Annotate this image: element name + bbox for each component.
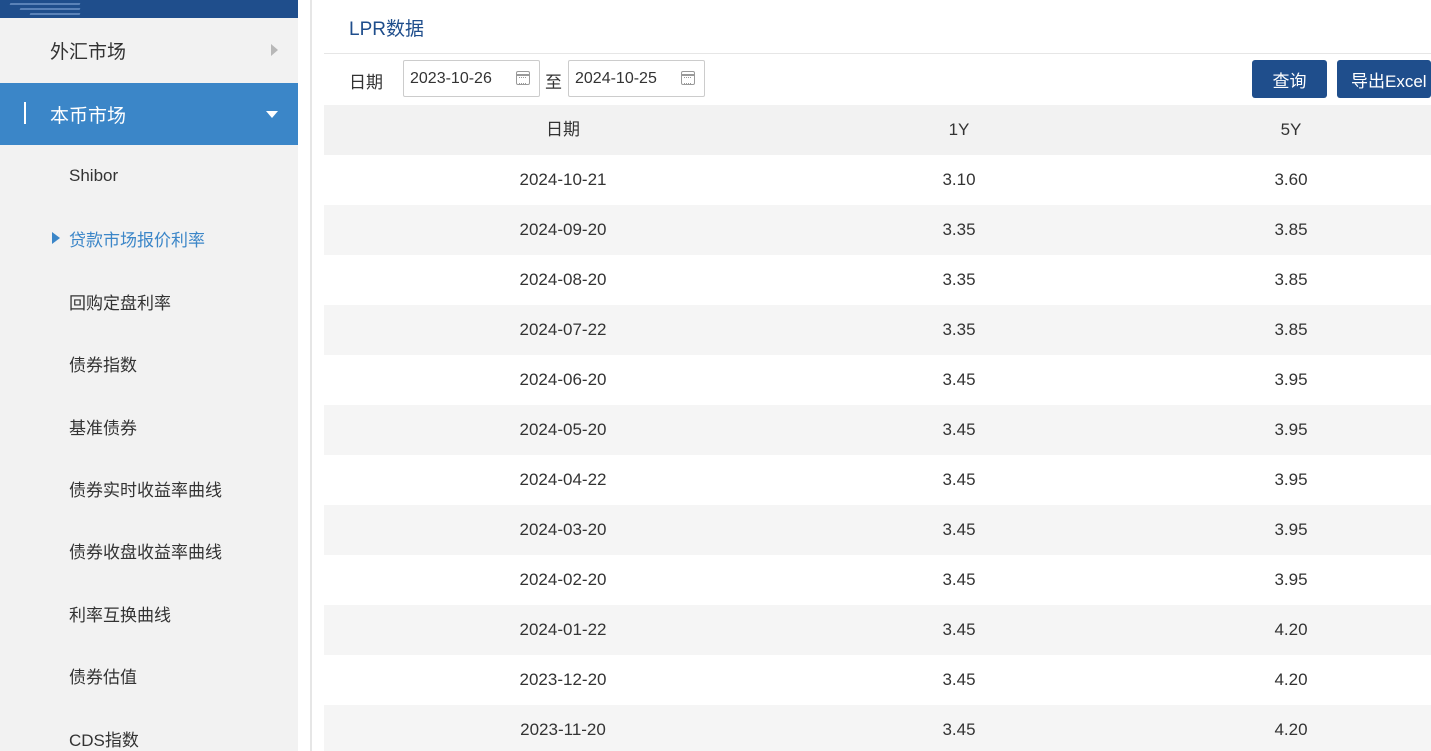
table-row: 2024-06-20 3.45 3.95 [324, 355, 1431, 405]
table-row: 2023-12-20 3.45 4.20 [324, 655, 1431, 705]
cell-5y: 3.60 [1274, 170, 1308, 189]
cell-1y: 3.35 [942, 220, 976, 239]
cell-1y: 3.35 [942, 270, 976, 289]
caret-right-icon [52, 232, 60, 244]
chevron-down-icon [266, 111, 278, 118]
end-date-input[interactable]: 2024-10-25 [568, 60, 705, 97]
calendar-icon[interactable] [516, 71, 530, 85]
calendar-icon[interactable] [681, 71, 695, 85]
nav-local-label: 本币市场 [50, 105, 127, 127]
sidebar-item-label: 债券估值 [69, 667, 137, 687]
cell-date: 2024-03-20 [519, 520, 607, 539]
cell-1y: 3.45 [942, 520, 976, 539]
cell-date: 2024-10-21 [519, 170, 607, 189]
sidebar-item-label: 回购定盘利率 [69, 293, 171, 313]
cell-date: 2024-08-20 [519, 270, 607, 289]
cell-date: 2024-05-20 [519, 420, 607, 439]
sidebar-item-label: 贷款市场报价利率 [69, 230, 205, 250]
table-row: 2023-11-20 3.45 4.20 [324, 705, 1431, 751]
cell-1y: 3.45 [942, 570, 976, 589]
cell-1y: 3.35 [942, 320, 976, 339]
title-divider [324, 53, 1431, 54]
date-label: 日期 [349, 73, 383, 92]
sidebar-item-bond-index[interactable]: 债券指数 [0, 343, 298, 383]
cell-5y: 3.95 [1274, 420, 1308, 439]
sidebar-item-bond-valuation[interactable]: 债券估值 [0, 655, 298, 695]
start-date-value: 2023-10-26 [410, 69, 492, 87]
table-row: 2024-02-20 3.45 3.95 [324, 555, 1431, 605]
cell-date: 2023-12-20 [519, 670, 607, 689]
cell-1y: 3.45 [942, 470, 976, 489]
nav-forex-label: 外汇市场 [50, 42, 127, 63]
table-row: 2024-04-22 3.45 3.95 [324, 455, 1431, 505]
lpr-table: 日期 1Y 5Y 2024-10-21 3.10 3.60 2024-09-20… [324, 105, 1431, 751]
cell-5y: 4.20 [1274, 720, 1308, 739]
cell-5y: 3.95 [1274, 470, 1308, 489]
sidebar-item-cds-index[interactable]: CDS指数 [0, 718, 298, 751]
cell-date: 2024-09-20 [519, 220, 607, 239]
sidebar-item-label: 基准债券 [69, 418, 137, 438]
cell-date: 2023-11-20 [520, 720, 606, 739]
page: 外汇市场 本币市场 Shibor 贷款市场报价利率 回购定盘利率 债券指数 基准… [0, 0, 1431, 751]
chevron-right-icon [271, 44, 278, 56]
to-label: 至 [545, 73, 562, 92]
sidebar-item-irs-curve[interactable]: 利率互换曲线 [0, 593, 298, 633]
table-row: 2024-07-22 3.35 3.85 [324, 305, 1431, 355]
cell-date: 2024-06-20 [519, 370, 607, 389]
end-date-value: 2024-10-25 [575, 69, 657, 87]
table-header-row: 日期 1Y 5Y [324, 105, 1431, 155]
main-content: LPR数据 日期 2023-10-26 至 2024-10-25 查询 导出Ex… [324, 0, 1431, 751]
table-row: 2024-05-20 3.45 3.95 [324, 405, 1431, 455]
sidebar-item-label: 债券指数 [69, 355, 137, 375]
sidebar-item-label: 债券收盘收益率曲线 [69, 542, 222, 562]
cell-5y: 3.85 [1274, 270, 1308, 289]
column-header-5y: 5Y [1280, 120, 1302, 139]
table-row: 2024-08-20 3.35 3.85 [324, 255, 1431, 305]
cell-1y: 3.45 [942, 370, 976, 389]
sidebar-item-label: 债券实时收益率曲线 [69, 480, 222, 500]
cell-5y: 3.95 [1274, 520, 1308, 539]
sidebar-item-repo-fixing[interactable]: 回购定盘利率 [0, 281, 298, 321]
cell-date: 2024-07-22 [519, 320, 607, 339]
sidebar-item-realtime-yield-curve[interactable]: 债券实时收益率曲线 [0, 468, 298, 508]
page-title: LPR数据 [349, 19, 424, 40]
nav-forex-market[interactable]: 外汇市场 [0, 18, 298, 83]
cell-1y: 3.45 [942, 420, 976, 439]
sidebar-item-closing-yield-curve[interactable]: 债券收盘收益率曲线 [0, 530, 298, 570]
sidebar-item-lpr[interactable]: 贷款市场报价利率 [0, 218, 298, 258]
cell-date: 2024-01-22 [519, 620, 607, 639]
sidebar-item-label: 利率互换曲线 [69, 605, 171, 625]
sidebar: 外汇市场 本币市场 Shibor 贷款市场报价利率 回购定盘利率 债券指数 基准… [0, 0, 298, 751]
sidebar-header-strip [0, 0, 298, 18]
nav-local-market[interactable]: 本币市场 [0, 83, 298, 145]
cell-5y: 4.20 [1274, 620, 1308, 639]
active-indicator [24, 102, 26, 124]
cell-1y: 3.45 [942, 620, 976, 639]
sidebar-item-shibor[interactable]: Shibor [0, 156, 298, 196]
cell-date: 2024-02-20 [519, 570, 607, 589]
table-row: 2024-09-20 3.35 3.85 [324, 205, 1431, 255]
table-row: 2024-01-22 3.45 4.20 [324, 605, 1431, 655]
cell-1y: 3.10 [942, 170, 976, 189]
sidebar-item-label: Shibor [69, 166, 119, 185]
column-header-date: 日期 [546, 120, 580, 139]
cell-date: 2024-04-22 [519, 470, 607, 489]
cell-5y: 4.20 [1274, 670, 1308, 689]
query-button[interactable]: 查询 [1252, 60, 1327, 98]
cell-1y: 3.45 [942, 670, 976, 689]
sidebar-item-label: CDS指数 [69, 730, 139, 750]
cell-1y: 3.45 [942, 720, 976, 739]
table-row: 2024-03-20 3.45 3.95 [324, 505, 1431, 555]
cell-5y: 3.95 [1274, 570, 1308, 589]
cell-5y: 3.85 [1274, 320, 1308, 339]
column-header-1y: 1Y [948, 120, 970, 139]
sidebar-item-benchmark-bond[interactable]: 基准债券 [0, 406, 298, 446]
cell-5y: 3.85 [1274, 220, 1308, 239]
start-date-input[interactable]: 2023-10-26 [403, 60, 540, 97]
cell-5y: 3.95 [1274, 370, 1308, 389]
table-row: 2024-10-21 3.10 3.60 [324, 155, 1431, 205]
export-excel-button[interactable]: 导出Excel [1337, 60, 1431, 98]
vertical-divider [310, 0, 312, 751]
